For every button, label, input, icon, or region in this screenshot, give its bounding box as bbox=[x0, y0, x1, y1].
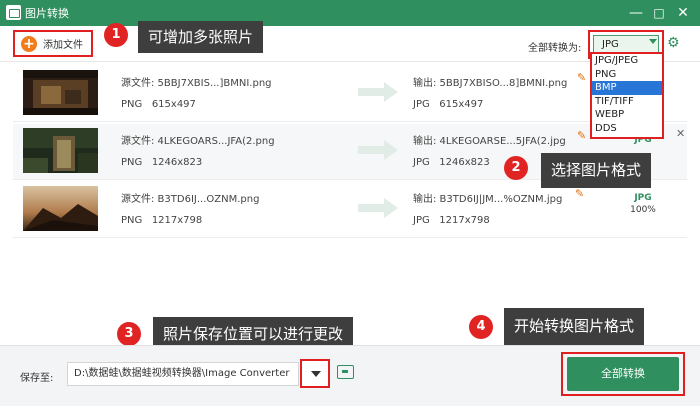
callout-choose-format: 选择图片格式 bbox=[541, 153, 652, 188]
callout-add-files: 可增加多张照片 bbox=[138, 21, 264, 53]
callout-number: 3 bbox=[117, 322, 141, 346]
format-option-jpg[interactable]: JPG/JPEG bbox=[592, 54, 662, 68]
callout-number: 1 bbox=[104, 23, 128, 47]
badge-format: JPG bbox=[634, 193, 652, 203]
source-size: 1246x823 bbox=[151, 157, 203, 168]
format-option-tiff[interactable]: TIF/TIFF bbox=[592, 95, 662, 109]
output-format-badge: JPG 100% bbox=[626, 190, 660, 226]
output-file-name: 输出: 4LKEGOARSE...5JFA(2.jpg bbox=[413, 136, 566, 147]
source-file-name: 源文件: 5BBJ7XBIS...]BMNI.png bbox=[121, 78, 272, 89]
source-file-name: 源文件: 4LKEGOARS...JFA(2.png bbox=[121, 136, 275, 147]
output-meta: JPG 1246x823 bbox=[413, 157, 490, 168]
source-meta: PNG 615x497 bbox=[121, 99, 196, 110]
source-format: PNG bbox=[121, 99, 143, 110]
add-file-button[interactable]: + 添加文件 bbox=[13, 30, 93, 57]
remove-row-icon[interactable]: ✕ bbox=[676, 127, 685, 140]
image-thumbnail bbox=[23, 186, 98, 231]
maximize-icon[interactable]: □ bbox=[649, 3, 669, 23]
format-option-webp[interactable]: WEBP bbox=[592, 108, 662, 122]
folder-icon[interactable] bbox=[337, 365, 354, 379]
output-file-name: 输出: 5BBJ7XBISO...8]BMNI.png bbox=[413, 78, 568, 89]
format-option-dds[interactable]: DDS bbox=[592, 122, 662, 136]
plus-icon: + bbox=[21, 35, 37, 52]
callout-start-convert: 开始转换图片格式 bbox=[504, 308, 645, 345]
gear-icon[interactable]: ⚙ bbox=[667, 36, 681, 50]
image-thumbnail bbox=[23, 128, 98, 173]
chevron-down-icon[interactable] bbox=[649, 39, 657, 44]
output-size: 615x497 bbox=[439, 99, 484, 110]
format-option-png[interactable]: PNG bbox=[592, 68, 662, 82]
edit-name-icon[interactable]: ✎ bbox=[577, 129, 586, 142]
convert-all-highlight: 全部转换 bbox=[561, 352, 685, 396]
source-size: 615x497 bbox=[151, 99, 196, 110]
source-size: 1217x798 bbox=[151, 215, 203, 226]
format-dropdown-list: JPG/JPEG PNG BMP TIF/TIFF WEBP DDS bbox=[590, 52, 664, 139]
output-format: JPG bbox=[413, 99, 430, 110]
source-format: PNG bbox=[121, 215, 143, 226]
save-path-field[interactable]: D:\数据蛙\数据蛙视频转换器\Image Converter bbox=[67, 362, 299, 386]
title-bar: 图片转换 — □ ✕ bbox=[0, 0, 700, 26]
output-format: JPG bbox=[413, 157, 430, 168]
close-icon[interactable]: ✕ bbox=[673, 3, 693, 23]
arrow-right-icon bbox=[358, 82, 398, 102]
convert-all-button[interactable]: 全部转换 bbox=[567, 357, 679, 391]
output-size: 1246x823 bbox=[439, 157, 490, 168]
arrow-right-icon bbox=[358, 198, 398, 218]
add-file-label: 添加文件 bbox=[43, 40, 83, 51]
edit-name-icon[interactable]: ✎ bbox=[577, 71, 586, 84]
output-format: JPG bbox=[413, 215, 430, 226]
callout-number: 4 bbox=[469, 315, 493, 339]
window-title: 图片转换 bbox=[25, 7, 69, 20]
image-thumbnail bbox=[23, 70, 98, 115]
save-to-label: 保存至: bbox=[20, 373, 54, 384]
source-format: PNG bbox=[121, 157, 143, 168]
source-file-name: 源文件: B3TD6IJ...OZNM.png bbox=[121, 194, 260, 205]
output-meta: JPG 615x497 bbox=[413, 99, 483, 110]
app-logo-icon bbox=[6, 5, 21, 20]
minimize-icon[interactable]: — bbox=[626, 3, 646, 23]
callout-number: 2 bbox=[504, 156, 528, 180]
source-meta: PNG 1246x823 bbox=[121, 157, 202, 168]
bottom-bar: 保存至: D:\数据蛙\数据蛙视频转换器\Image Converter 全部转… bbox=[0, 345, 700, 406]
output-size: 1217x798 bbox=[439, 215, 490, 226]
source-meta: PNG 1217x798 bbox=[121, 215, 202, 226]
edit-name-icon[interactable]: ✎ bbox=[575, 187, 584, 200]
format-option-bmp[interactable]: BMP bbox=[592, 81, 662, 95]
badge-percent: 100% bbox=[630, 205, 656, 215]
arrow-right-icon bbox=[358, 140, 398, 160]
file-row[interactable]: 源文件: 5BBJ7XBIS...]BMNI.png PNG 615x497 输… bbox=[13, 66, 687, 122]
file-row[interactable]: 源文件: B3TD6IJ...OZNM.png PNG 1217x798 输出:… bbox=[13, 182, 687, 238]
convert-all-label: 全部转换为: bbox=[528, 43, 582, 54]
output-file-name: 输出: B3TD6IJ|JM...%OZNM.jpg bbox=[413, 194, 563, 205]
output-meta: JPG 1217x798 bbox=[413, 215, 490, 226]
save-path-dropdown-button[interactable] bbox=[300, 359, 330, 388]
